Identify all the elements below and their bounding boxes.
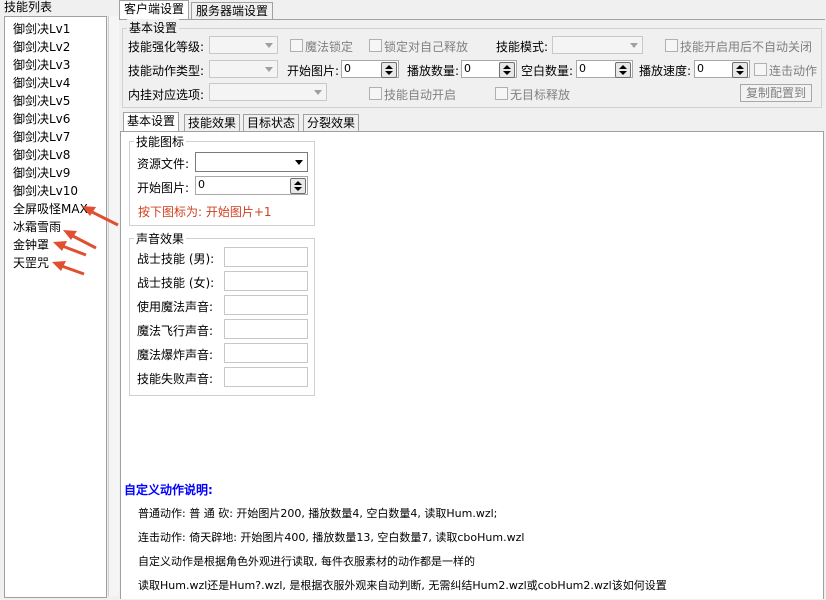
blank-count-stepper[interactable]: 0 (576, 60, 633, 78)
sound-explode-input[interactable] (224, 343, 308, 363)
skill-list-item[interactable]: 御剑决Lv8 (13, 146, 70, 164)
magic-lock-checkbox[interactable] (290, 39, 303, 52)
skill-list-item[interactable]: 天罡咒 (13, 254, 49, 272)
lock-self-label: 锁定对自己释放 (384, 40, 469, 54)
no-target-checkbox[interactable] (495, 87, 508, 100)
lock-self-checkbox[interactable] (369, 39, 382, 52)
start-image-label: 开始图片: (287, 64, 340, 78)
stepper-arrows-icon[interactable] (381, 62, 397, 78)
skill-list-item[interactable]: 金钟罩 (13, 236, 49, 254)
skill-mode-label: 技能模式: (496, 40, 549, 54)
action-type-select[interactable] (209, 60, 278, 78)
sound-warrior-female-input[interactable] (224, 271, 308, 291)
tab-split-effect[interactable]: 分裂效果 (303, 114, 360, 132)
sound-explode-label: 魔法爆炸声音: (137, 348, 214, 362)
start-image-stepper[interactable]: 0 (341, 60, 399, 78)
skill-level-select[interactable] (209, 36, 278, 54)
skill-list-item[interactable]: 冰霜雪雨 (13, 218, 61, 236)
start-image-value: 0 (344, 62, 351, 75)
skill-list-item[interactable]: 御剑决Lv3 (13, 56, 70, 74)
icon-start-image-stepper[interactable]: 0 (195, 176, 308, 195)
sound-warrior-female-label: 战士技能 (女): (137, 276, 215, 290)
chevron-down-icon (630, 43, 638, 48)
skill-list-item[interactable]: 御剑决Lv9 (13, 164, 70, 182)
skill-list[interactable]: 御剑决Lv1 御剑决Lv2 御剑决Lv3 御剑决Lv4 御剑决Lv5 御剑决Lv… (4, 16, 107, 598)
stepper-arrows-icon[interactable] (290, 178, 306, 194)
action-type-label: 技能动作类型: (128, 64, 205, 78)
tab-basic-settings[interactable]: 基本设置 (123, 112, 180, 132)
sound-fly-input[interactable] (224, 319, 308, 339)
icon-start-image-value: 0 (198, 178, 205, 191)
stepper-arrows-icon[interactable] (615, 62, 631, 78)
tab-client-settings[interactable]: 客户端设置 (119, 0, 190, 20)
skill-icon-title: 技能图标 (134, 133, 187, 150)
sound-fail-label: 技能失败声音: (137, 372, 214, 386)
skill-mode-select[interactable] (552, 36, 643, 54)
play-count-stepper[interactable]: 0 (461, 60, 517, 78)
skill-list-item[interactable]: 御剑决Lv2 (13, 38, 70, 56)
play-speed-label: 播放速度: (639, 64, 692, 78)
stepper-arrows-icon[interactable] (499, 62, 515, 78)
skill-list-item[interactable]: 御剑决Lv1 (13, 20, 70, 38)
play-speed-value: 0 (697, 62, 704, 75)
skill-list-item[interactable]: 御剑决Lv5 (13, 92, 70, 110)
custom-action-line: 读取Hum.wzl还是Hum?.wzl, 是根据衣服外观来自动判断, 无需纠结H… (138, 579, 667, 592)
custom-action-line: 普通动作: 普 通 砍: 开始图片200, 播放数量4, 空白数量4, 读取Hu… (138, 507, 498, 520)
play-count-label: 播放数量: (407, 64, 460, 78)
play-count-value: 0 (464, 62, 471, 75)
skill-list-item[interactable]: 御剑决Lv6 (13, 110, 70, 128)
skill-list-title: 技能列表 (4, 0, 53, 14)
blank-count-value: 0 (579, 62, 586, 75)
no-target-label: 无目标释放 (510, 88, 571, 102)
chevron-down-icon (265, 67, 273, 72)
custom-action-title: 自定义动作说明: (124, 483, 213, 497)
play-speed-stepper[interactable]: 0 (694, 60, 750, 78)
magic-lock-label: 魔法锁定 (305, 40, 354, 54)
hang-option-label: 内挂对应选项: (128, 88, 205, 102)
chevron-down-icon (314, 90, 322, 95)
auto-on-label: 技能自动开启 (384, 88, 457, 102)
sound-warrior-male-input[interactable] (224, 247, 308, 267)
blank-count-label: 空白数量: (521, 64, 574, 78)
sound-fly-label: 魔法飞行声音: (137, 324, 214, 338)
skill-list-item[interactable]: 御剑决Lv4 (13, 74, 70, 92)
no-auto-close-checkbox[interactable] (665, 39, 678, 52)
sound-warrior-male-label: 战士技能 (男): (137, 252, 215, 266)
custom-action-line: 自定义动作是根据角色外观进行读取, 每件衣服素材的动作都是一样的 (138, 555, 475, 568)
skill-list-item[interactable]: 御剑决Lv10 (13, 182, 78, 200)
hang-option-select[interactable] (209, 83, 327, 101)
no-auto-close-label: 技能开启用后不自动关闭 (680, 40, 813, 54)
sound-fail-input[interactable] (224, 367, 308, 387)
stepper-arrows-icon[interactable] (732, 62, 748, 78)
combo-action-label: 连击动作 (769, 64, 818, 78)
resource-file-label: 资源文件: (137, 157, 190, 171)
copy-config-button[interactable]: 复制配置到 (740, 84, 812, 102)
icon-hint: 按下图标为: 开始图片+1 (138, 205, 272, 219)
chevron-down-icon (265, 43, 273, 48)
skill-level-label: 技能强化等级: (128, 40, 205, 54)
resource-file-select[interactable] (195, 152, 308, 172)
sound-cast-input[interactable] (224, 295, 308, 315)
scrollbar[interactable] (108, 16, 119, 596)
sound-cast-label: 使用魔法声音: (137, 300, 214, 314)
sound-title: 声音效果 (134, 230, 187, 247)
tab-target-status[interactable]: 目标状态 (243, 114, 300, 132)
icon-start-image-label: 开始图片: (137, 181, 190, 195)
skill-list-item[interactable]: 御剑决Lv7 (13, 128, 70, 146)
auto-on-checkbox[interactable] (369, 87, 382, 100)
tab-server-settings[interactable]: 服务器端设置 (191, 2, 274, 20)
skill-list-item[interactable]: 全屏吸怪MAX (13, 200, 88, 218)
basic-settings-title: 基本设置 (127, 19, 180, 36)
combo-action-checkbox[interactable] (754, 63, 767, 76)
custom-action-line: 连击动作: 倚天辟地: 开始图片400, 播放数量13, 空白数量7, 读取cb… (138, 531, 525, 544)
chevron-down-icon (295, 160, 303, 165)
tab-skill-effect[interactable]: 技能效果 (184, 114, 241, 132)
